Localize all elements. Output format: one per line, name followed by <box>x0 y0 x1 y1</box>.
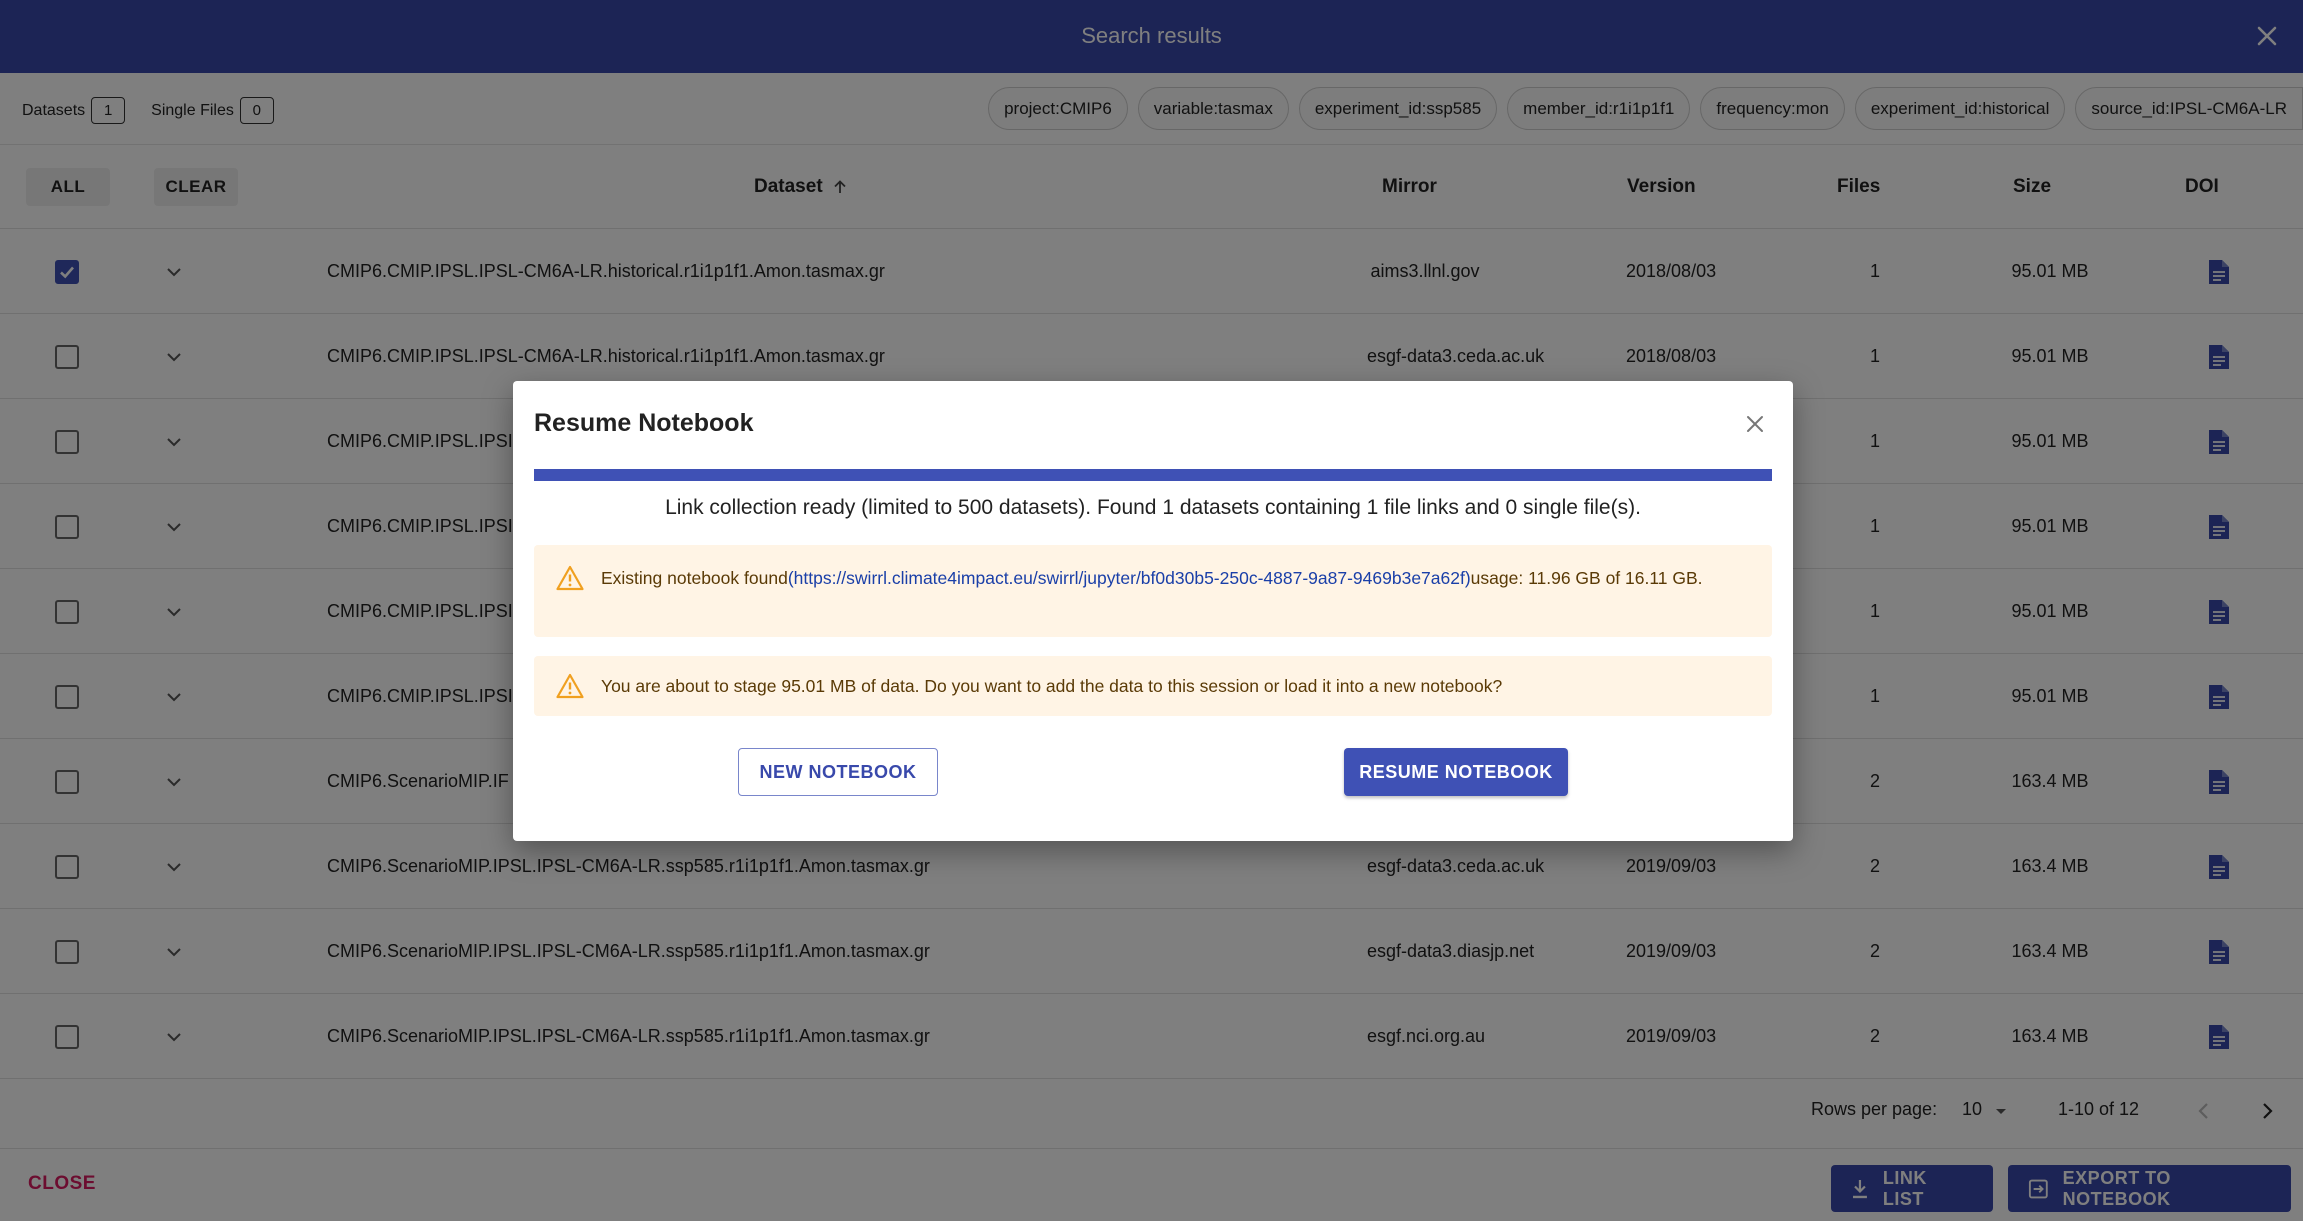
progress-bar <box>534 469 1772 481</box>
progress-bar-fill <box>534 469 1772 481</box>
alert-text: You are about to stage 95.01 MB of data.… <box>601 676 1503 696</box>
status-message: Link collection ready (limited to 500 da… <box>665 496 1641 519</box>
stage-data-alert: You are about to stage 95.01 MB of data.… <box>534 656 1772 716</box>
close-icon[interactable] <box>1743 412 1767 436</box>
dialog-title: Resume Notebook <box>534 409 754 437</box>
alert-usage: usage: 11.96 GB of 16.11 GB. <box>1470 568 1703 588</box>
new-notebook-button[interactable]: NEW NOTEBOOK <box>738 748 938 796</box>
warning-triangle-icon <box>556 565 584 591</box>
resume-notebook-button[interactable]: RESUME NOTEBOOK <box>1344 748 1568 796</box>
warning-triangle-icon <box>556 673 584 699</box>
notebook-link[interactable]: (https://swirrl.climate4impact.eu/swirrl… <box>788 568 1471 588</box>
resume-notebook-dialog: Resume Notebook Link collection ready (l… <box>513 381 1793 841</box>
existing-notebook-alert: Existing notebook found(https://swirrl.c… <box>534 545 1772 637</box>
alert-text: Existing notebook found(https://swirrl.c… <box>601 565 1752 591</box>
alert-prefix: Existing notebook found <box>601 568 788 588</box>
